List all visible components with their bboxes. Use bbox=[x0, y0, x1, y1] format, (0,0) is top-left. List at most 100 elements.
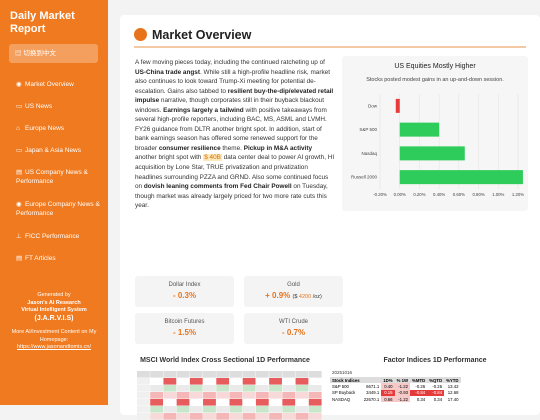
credits-line: Generated by bbox=[37, 292, 71, 298]
homepage-link[interactable]: https://www.jasonandtomis.cn/ bbox=[0, 344, 108, 352]
sidebar-item-japan-asia-news[interactable]: ▭ Japan & Asia News bbox=[16, 146, 81, 155]
heatmap-cell bbox=[308, 406, 322, 413]
sidebar-item-us-news[interactable]: ▭ US News bbox=[16, 102, 52, 111]
metric-card-wti: WTI Crude - 0.7% bbox=[244, 313, 343, 344]
page-title: Market Overview bbox=[152, 27, 252, 42]
heatmap-cell bbox=[150, 385, 164, 392]
sidebar-item-label: Europe Company News & Performance bbox=[16, 201, 100, 217]
chart-icon: ⊥ bbox=[16, 233, 22, 240]
heatmap-cell bbox=[242, 371, 256, 378]
heatmap-cell bbox=[269, 392, 282, 399]
flag-icon: ▭ bbox=[16, 147, 23, 154]
x-tick-label: 0.20% bbox=[413, 192, 425, 197]
heatmap-cell bbox=[282, 371, 296, 378]
page-header: Market Overview bbox=[134, 26, 251, 44]
heatmap-cell bbox=[216, 392, 230, 399]
heatmap-cell bbox=[137, 413, 150, 420]
metric-label: Dollar Index bbox=[168, 282, 201, 288]
heatmap-cell bbox=[216, 385, 230, 392]
heatmap-cell bbox=[176, 406, 190, 413]
heatmap-cell bbox=[229, 385, 243, 392]
document-icon: ▤ bbox=[16, 255, 23, 262]
language-switch-button[interactable]: ▤ 切换到中文 bbox=[9, 44, 98, 63]
heatmap-cell bbox=[216, 413, 230, 420]
globe-icon: ◉ bbox=[16, 201, 22, 208]
brand-title[interactable]: Daily Market Report bbox=[10, 10, 100, 36]
sidebar-item-label: Japan & Asia News bbox=[25, 147, 82, 154]
heatmap-cell bbox=[295, 385, 309, 392]
heatmap-cell bbox=[308, 371, 322, 378]
heatmap-cell bbox=[269, 413, 282, 420]
heatmap-cell bbox=[308, 392, 322, 399]
x-tick-label: 1.00% bbox=[492, 192, 504, 197]
table-row: NASDAQ 22670.1 0.66 -1.22 0.34 0.34 17.40 bbox=[332, 395, 459, 403]
sidebar-item-europe-news[interactable]: ⌂ Europe News bbox=[16, 124, 64, 133]
column-header: %YTD bbox=[444, 377, 461, 384]
heatmap-cell bbox=[189, 406, 203, 413]
column-header: 1D% bbox=[381, 377, 395, 384]
heatmap-cell bbox=[203, 392, 216, 399]
credits: Generated by Jason's AI Research Virtual… bbox=[0, 292, 108, 352]
heatmap-cell bbox=[137, 406, 150, 413]
sidebar-item-ft-articles[interactable]: ▤ FT Articles bbox=[16, 254, 56, 263]
heatmap-cell bbox=[163, 392, 177, 399]
heatmap-cell bbox=[242, 413, 256, 420]
heatmap-cell bbox=[229, 378, 243, 385]
heatmap-cell bbox=[255, 371, 269, 378]
heatmap-cell bbox=[282, 392, 296, 399]
heatmap-cell bbox=[295, 371, 309, 378]
heatmap-cell bbox=[176, 378, 190, 385]
bar bbox=[399, 170, 523, 185]
y-tick-label: Russell 2000 bbox=[351, 175, 378, 180]
sidebar-item-market-overview[interactable]: ◉ Market Overview bbox=[16, 80, 74, 89]
x-tick-label: 0.80% bbox=[472, 192, 484, 197]
heatmap-cell bbox=[255, 392, 269, 399]
metric-value: - 0.7% bbox=[281, 328, 306, 337]
sidebar-item-label: US News bbox=[25, 103, 53, 110]
factor-table: Stock Indices 1D% % 1W %MTD %QTD %YTD S&… bbox=[330, 377, 461, 403]
metric-value: - 0.3% bbox=[172, 291, 197, 300]
heatmap-cell bbox=[176, 371, 190, 378]
bar bbox=[399, 146, 465, 161]
heatmap-cell bbox=[295, 406, 309, 413]
heatmap-cell bbox=[242, 385, 256, 392]
heatmap-cell bbox=[282, 378, 296, 385]
heatmap-cell bbox=[255, 406, 269, 413]
heatmap-cell bbox=[176, 413, 190, 420]
x-tick-label: 0.60% bbox=[453, 192, 465, 197]
y-tick-label: S&P 500 bbox=[359, 127, 377, 132]
y-tick-label: Nasdaq bbox=[361, 151, 377, 156]
heatmap-cell bbox=[189, 392, 203, 399]
us-equities-chart: US Equities Mostly Higher Stocks posted … bbox=[342, 56, 528, 211]
sidebar-item-us-company-news[interactable]: ▤ US Company News & Performance bbox=[16, 168, 104, 186]
x-tick-label: 0.40% bbox=[433, 192, 445, 197]
heatmap-cell bbox=[150, 378, 164, 385]
heatmap-cell bbox=[216, 378, 230, 385]
heatmap-cell bbox=[255, 385, 269, 392]
bar bbox=[399, 122, 440, 137]
heatmap-cell bbox=[229, 413, 243, 420]
heatmap-cell bbox=[282, 406, 296, 413]
heatmap-cell bbox=[189, 413, 203, 420]
sidebar-item-ficc-performance[interactable]: ⊥ FICC Performance bbox=[16, 232, 79, 241]
heatmap-cell bbox=[282, 385, 296, 392]
divider bbox=[134, 46, 526, 48]
metric-label: Gold bbox=[287, 282, 300, 288]
heatmap-cell bbox=[308, 385, 322, 392]
heatmap-cell bbox=[137, 385, 150, 392]
heatmap-cell bbox=[163, 385, 177, 392]
heatmap-cell bbox=[295, 413, 309, 420]
sidebar-item-europe-company-news[interactable]: ◉ Europe Company News & Performance bbox=[16, 200, 104, 218]
column-header: % 1W bbox=[394, 377, 411, 384]
metric-value: + 0.9% ($ 4200 /oz) bbox=[265, 291, 322, 300]
heatmap-cell bbox=[242, 392, 256, 399]
heatmap-cell bbox=[163, 406, 177, 413]
heatmap-cell bbox=[295, 392, 309, 399]
bar bbox=[395, 98, 400, 113]
credits-line: More AI/Investment Content on My bbox=[11, 329, 97, 335]
column-header: %MTD bbox=[410, 377, 428, 384]
heatmap-cell bbox=[269, 385, 282, 392]
heatmap-cell bbox=[189, 378, 203, 385]
x-tick-label: -0.20% bbox=[373, 192, 387, 197]
heatmap-cell bbox=[150, 392, 164, 399]
